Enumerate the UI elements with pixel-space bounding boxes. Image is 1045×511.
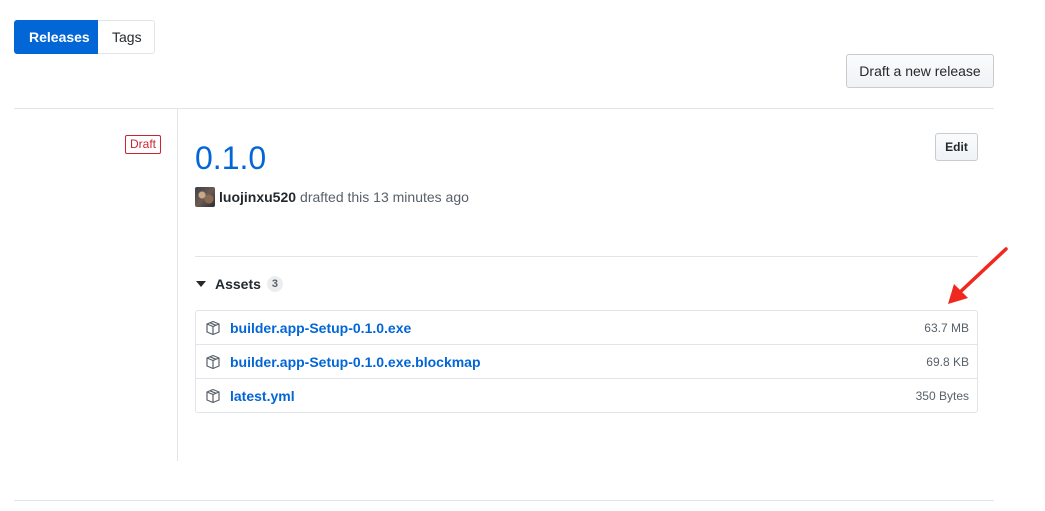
asset-download-link[interactable]: builder.app-Setup-0.1.0.exe — [230, 320, 411, 336]
release-action-text: drafted this 13 minutes ago — [300, 189, 469, 205]
asset-size: 350 Bytes — [915, 388, 969, 403]
divider — [195, 256, 978, 257]
release-meta: luojinxu520 drafted this 13 minutes ago — [195, 186, 469, 208]
package-icon — [206, 354, 220, 369]
author-link[interactable]: luojinxu520 — [219, 189, 296, 205]
draft-status-label: Draft — [125, 135, 162, 154]
asset-download-link[interactable]: builder.app-Setup-0.1.0.exe.blockmap — [230, 354, 481, 370]
triangle-down-icon — [196, 281, 206, 287]
release-title-link[interactable]: 0.1.0 — [195, 138, 266, 178]
divider — [14, 500, 994, 501]
asset-download-link[interactable]: latest.yml — [230, 388, 295, 404]
list-item: latest.yml 350 Bytes — [196, 378, 977, 412]
timeline-line — [177, 109, 178, 461]
list-item: builder.app-Setup-0.1.0.exe 63.7 MB — [196, 311, 977, 344]
assets-count-badge: 3 — [266, 276, 283, 292]
tab-releases[interactable]: Releases — [14, 20, 98, 54]
annotation-arrow-icon — [948, 247, 1008, 304]
divider — [14, 108, 994, 109]
releases-page: Releases Tags Draft a new release Draft … — [0, 0, 1045, 511]
package-icon — [206, 320, 220, 335]
assets-label: Assets — [215, 276, 261, 292]
draft-new-release-button[interactable]: Draft a new release — [846, 54, 994, 88]
package-icon — [206, 388, 220, 403]
edit-button[interactable]: Edit — [935, 133, 978, 161]
tab-tags[interactable]: Tags — [98, 20, 155, 54]
release-tabs: Releases Tags — [14, 20, 155, 54]
assets-toggle[interactable]: Assets 3 — [196, 274, 283, 294]
asset-size: 63.7 MB — [924, 320, 969, 335]
asset-size: 69.8 KB — [926, 354, 969, 369]
list-item: builder.app-Setup-0.1.0.exe.blockmap 69.… — [196, 344, 977, 378]
assets-list: builder.app-Setup-0.1.0.exe 63.7 MB buil… — [195, 310, 978, 413]
avatar[interactable] — [195, 187, 215, 207]
